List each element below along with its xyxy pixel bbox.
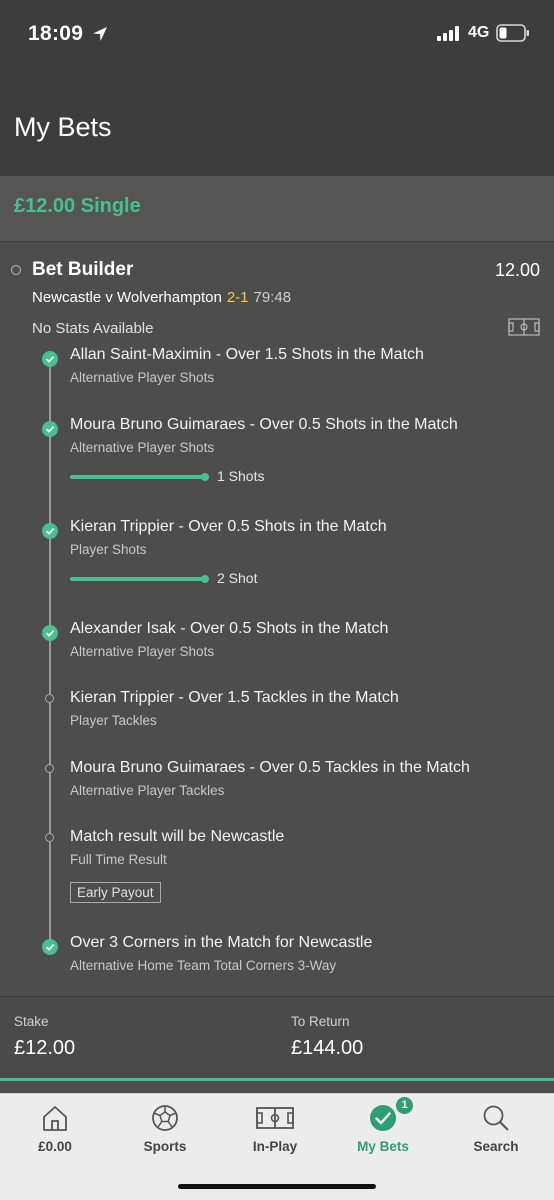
return-value: £144.00	[291, 1037, 364, 1059]
leg-market: Player Tackles	[70, 713, 157, 728]
stats-status: No Stats Available	[32, 320, 154, 337]
network-type: 4G	[468, 24, 490, 41]
leg-title: Over 3 Corners in the Match for Newcastl…	[70, 934, 373, 951]
return-label: To Return	[291, 1014, 350, 1029]
legs-timeline	[49, 358, 51, 948]
check-circle-icon	[370, 1105, 396, 1131]
pitch-icon	[256, 1107, 294, 1129]
home-indicator	[178, 1184, 376, 1189]
nav-label: My Bets	[357, 1139, 409, 1154]
leg-market: Alternative Player Shots	[70, 440, 215, 455]
location-arrow-icon	[93, 27, 107, 41]
leg-progress-bar	[70, 575, 209, 583]
leg-open-dot	[45, 694, 54, 703]
match-info[interactable]: Newcastle v Wolverhampton 2-1 79:48	[32, 289, 291, 306]
leg-won-check-icon	[42, 939, 58, 955]
leg-won-check-icon	[42, 421, 58, 437]
leg-market: Alternative Player Tackles	[70, 783, 225, 798]
leg-market: Player Shots	[70, 542, 147, 557]
page-title: My Bets	[14, 112, 112, 142]
nav-label: £0.00	[38, 1139, 72, 1154]
leg-title: Moura Bruno Guimaraes - Over 0.5 Tackles…	[70, 759, 470, 776]
leg-market: Alternative Player Shots	[70, 370, 215, 385]
leg-title: Moura Bruno Guimaraes - Over 0.5 Shots i…	[70, 416, 458, 433]
leg-progress-label: 1 Shots	[217, 468, 265, 484]
stake-summary	[0, 996, 554, 1078]
leg-won-check-icon	[42, 523, 58, 539]
leg-progress-bar	[70, 473, 209, 481]
football-icon	[152, 1105, 178, 1131]
pitch-icon[interactable]	[508, 318, 540, 336]
leg-title: Alexander Isak - Over 0.5 Shots in the M…	[70, 620, 389, 637]
divider	[0, 1078, 554, 1081]
notification-badge: 1	[396, 1097, 413, 1114]
match-teams: Newcastle v Wolverhampton	[32, 289, 222, 306]
home-icon	[43, 1106, 67, 1131]
leg-title: Kieran Trippier - Over 1.5 Tackles in th…	[70, 689, 399, 706]
nav-label: Sports	[143, 1139, 187, 1154]
nav-search[interactable]: Search	[441, 1093, 551, 1163]
leg-open-dot	[45, 833, 54, 842]
stake-label: Stake	[14, 1014, 49, 1029]
search-icon	[483, 1105, 509, 1131]
match-score: 2-1	[226, 289, 249, 306]
battery-icon	[496, 24, 529, 42]
leg-open-dot	[45, 764, 54, 773]
leg-won-check-icon	[42, 625, 58, 641]
stake-value: £12.00	[14, 1037, 76, 1059]
nav-label: In-Play	[252, 1139, 298, 1154]
nav-in-play[interactable]: In-Play	[220, 1093, 330, 1163]
bet-odds: 12.00	[494, 260, 540, 280]
leg-progress-label: 2 Shot	[217, 570, 258, 586]
bet-builder-title: Bet Builder	[32, 259, 134, 280]
match-clock: 79:48	[253, 289, 292, 306]
nav-balance[interactable]: £0.00	[0, 1093, 110, 1163]
leg-won-check-icon	[42, 351, 58, 367]
early-payout-badge: Early Payout	[70, 882, 161, 903]
leg-market: Full Time Result	[70, 852, 167, 867]
bet-type-title: £12.00 Single	[14, 195, 141, 217]
status-time: 18:09	[28, 22, 84, 45]
nav-sports[interactable]: Sports	[110, 1093, 220, 1163]
leg-market: Alternative Home Team Total Corners 3-Wa…	[70, 958, 337, 973]
bet-builder-status-dot	[11, 265, 21, 275]
leg-market: Alternative Player Shots	[70, 644, 215, 659]
nav-label: Search	[473, 1139, 519, 1154]
leg-title: Kieran Trippier - Over 0.5 Shots in the …	[70, 518, 387, 535]
signal-icon	[437, 26, 459, 41]
leg-title: Allan Saint-Maximin - Over 1.5 Shots in …	[70, 346, 424, 363]
nav-my-bets[interactable]: 1 My Bets	[328, 1093, 438, 1163]
leg-title: Match result will be Newcastle	[70, 828, 285, 845]
